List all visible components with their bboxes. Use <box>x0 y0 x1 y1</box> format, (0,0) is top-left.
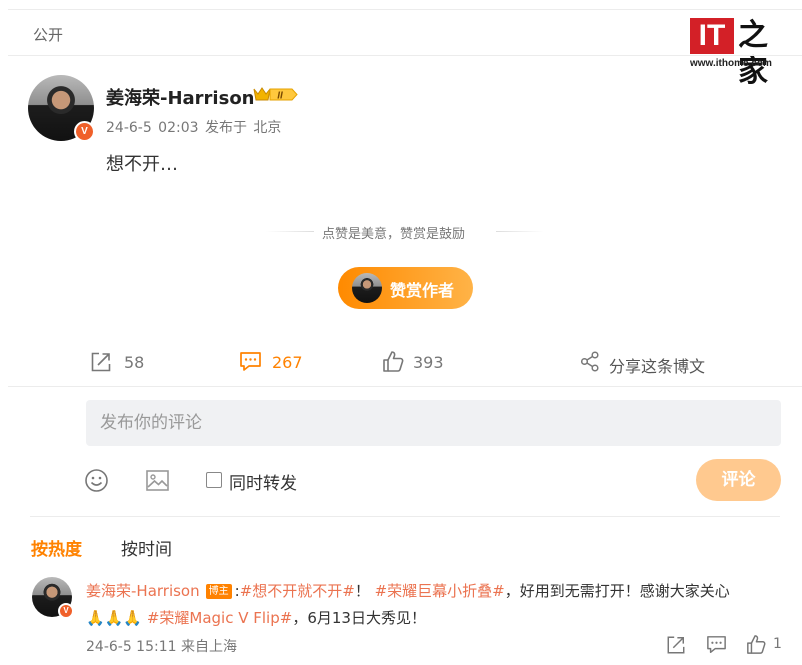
reward-button-label: 赞赏作者 <box>390 281 455 300</box>
comment-meta: 24-6-5 15:11 来自上海 <box>86 639 237 655</box>
sort-by-time[interactable]: 按时间 <box>121 535 172 560</box>
tip-line-right <box>496 231 544 232</box>
verified-badge: V <box>74 121 95 142</box>
comment-submit-button[interactable]: 评论 <box>696 459 781 501</box>
comment-separator: ！ <box>354 582 375 600</box>
reward-button[interactable]: 赞赏作者 <box>338 267 473 309</box>
comment-input[interactable] <box>86 400 781 446</box>
watermark-logo: IT <box>690 18 734 54</box>
comment-text: ，好用到无需打开！感谢大家关心 <box>504 582 730 600</box>
comment-reply-icon[interactable] <box>706 635 727 655</box>
watermark-url: www.ithome.com <box>690 58 772 69</box>
share-icon[interactable] <box>580 351 600 372</box>
level-badge-text: II <box>277 91 283 102</box>
repost-icon[interactable] <box>90 351 112 373</box>
hashtag-link[interactable]: #荣耀巨幕小折叠# <box>375 582 505 600</box>
post-content: 想不开… <box>106 154 178 175</box>
hashtag-link[interactable]: #想不开就不开# <box>240 582 355 600</box>
like-count[interactable]: 393 <box>413 353 444 372</box>
comment-icon[interactable] <box>239 351 262 373</box>
comment-like-count[interactable]: 1 <box>773 636 782 652</box>
visibility-label: 公开 <box>33 26 64 44</box>
reward-avatar <box>352 273 382 303</box>
comment-like-icon[interactable] <box>746 634 766 655</box>
post-meta: 24-6-5 02:03 发布于 北京 <box>106 120 282 136</box>
commenter-name[interactable]: 姜海荣-Harrison <box>86 582 200 600</box>
author-badge: 博主 <box>205 584 232 599</box>
composer-divider <box>30 516 780 517</box>
repost-checkbox-label[interactable]: 同时转发 <box>229 469 297 494</box>
comment-count[interactable]: 267 <box>272 353 303 372</box>
comment-text: ，6月13日大秀见！ <box>292 609 426 627</box>
repost-count[interactable]: 58 <box>124 353 144 372</box>
vip-crown-icon[interactable]: II <box>252 85 298 104</box>
comment-body: 姜海荣-Harrison 博主:#想不开就不开#！ #荣耀巨幕小折叠#，好用到无需… <box>86 578 786 632</box>
actions-divider <box>8 386 802 387</box>
header-divider <box>8 55 802 56</box>
emoji-icon[interactable] <box>84 468 109 493</box>
author-name[interactable]: 姜海荣-Harrison <box>106 84 255 110</box>
comment-repost-icon[interactable] <box>666 635 686 655</box>
comment-input-box[interactable] <box>86 400 781 446</box>
hashtag-link[interactable]: #荣耀Magic V Flip# <box>147 609 293 627</box>
reward-tip: 点赞是美意，赞赏是鼓励 <box>322 227 466 242</box>
image-icon[interactable] <box>145 468 170 493</box>
tip-line-left <box>266 231 314 232</box>
share-label[interactable]: 分享这条博文 <box>609 353 705 377</box>
like-icon[interactable] <box>382 350 404 373</box>
pray-emoji: 🙏🙏🙏 <box>86 609 143 627</box>
repost-checkbox[interactable] <box>206 472 222 488</box>
sort-by-hot[interactable]: 按热度 <box>31 535 82 560</box>
commenter-verified-badge: V <box>58 603 74 619</box>
watermark-logo-cn: 之家 <box>738 18 768 89</box>
top-divider <box>8 9 802 10</box>
